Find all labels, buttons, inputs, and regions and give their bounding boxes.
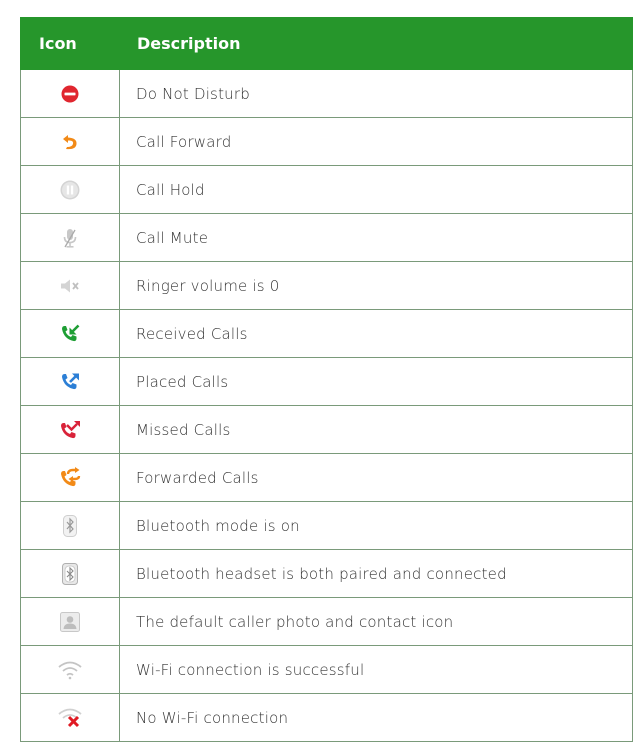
missed-calls-icon: [20, 405, 120, 454]
do-not-disturb-icon: [20, 69, 120, 118]
table-cell-description: Bluetooth mode is on: [119, 501, 633, 550]
call-mute-icon: [20, 213, 120, 262]
table-row: No Wi-Fi connection: [20, 693, 633, 742]
ringer-volume-zero-icon: [20, 261, 120, 310]
table-cell-description: Call Forward: [119, 117, 633, 166]
table-row: Received Calls: [20, 309, 633, 358]
table-row: Call Mute: [20, 213, 633, 262]
received-calls-icon: [20, 309, 120, 358]
wifi-connected-icon: [20, 645, 120, 694]
table-row: Forwarded Calls: [20, 453, 633, 502]
table-cell-description: No Wi-Fi connection: [119, 693, 633, 742]
default-caller-photo-icon: [20, 597, 120, 646]
table-cell-description: Do Not Disturb: [119, 69, 633, 118]
bluetooth-headset-icon: [20, 549, 120, 598]
table-row: Missed Calls: [20, 405, 633, 454]
table-row: Call Hold: [20, 165, 633, 214]
table-row: Bluetooth mode is on: [20, 501, 633, 550]
table-row: Wi-Fi connection is successful: [20, 645, 633, 694]
call-forward-icon: [20, 117, 120, 166]
placed-calls-icon: [20, 357, 120, 406]
table-row: Do Not Disturb: [20, 69, 633, 118]
table-row: Placed Calls: [20, 357, 633, 406]
table-cell-description: Call Mute: [119, 213, 633, 262]
icon-description-table: Icon Description Do Not Disturb Call For…: [20, 17, 633, 742]
table-cell-description: Ringer volume is 0: [119, 261, 633, 310]
no-wifi-icon: [20, 693, 120, 742]
table-cell-description: Bluetooth headset is both paired and con…: [119, 549, 633, 598]
call-hold-icon: [20, 165, 120, 214]
table-cell-description: Missed Calls: [119, 405, 633, 454]
table-cell-description: Call Hold: [119, 165, 633, 214]
bluetooth-mode-icon: [20, 501, 120, 550]
table-cell-description: The default caller photo and contact ico…: [119, 597, 633, 646]
icon-column-header: Icon: [20, 17, 120, 70]
table-row: Bluetooth headset is both paired and con…: [20, 549, 633, 598]
forwarded-calls-icon: [20, 453, 120, 502]
table-header-row: Icon Description: [20, 17, 633, 70]
table-cell-description: Placed Calls: [119, 357, 633, 406]
table-cell-description: Received Calls: [119, 309, 633, 358]
table-cell-description: Wi-Fi connection is successful: [119, 645, 633, 694]
table-cell-description: Forwarded Calls: [119, 453, 633, 502]
table-row: Ringer volume is 0: [20, 261, 633, 310]
table-row: Call Forward: [20, 117, 633, 166]
table-row: The default caller photo and contact ico…: [20, 597, 633, 646]
description-column-header: Description: [119, 17, 633, 70]
